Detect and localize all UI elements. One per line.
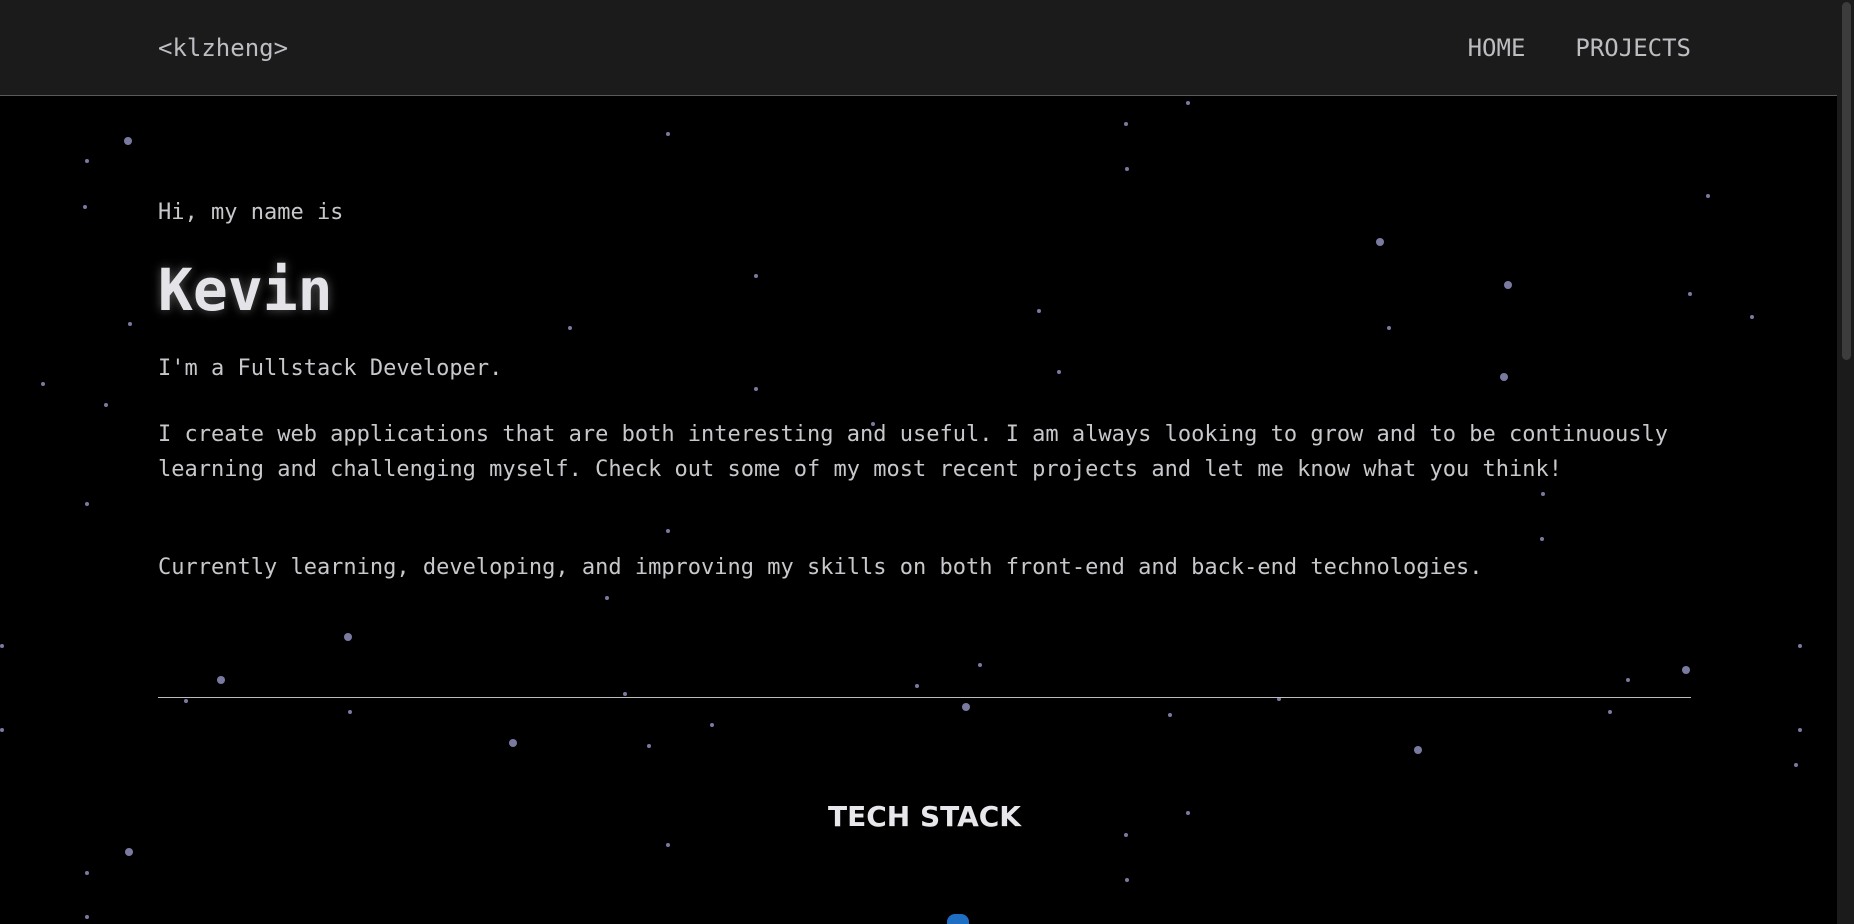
section-divider — [158, 697, 1691, 698]
nav-link-projects[interactable]: PROJECTS — [1575, 34, 1691, 62]
nav-link-home[interactable]: HOME — [1468, 34, 1526, 62]
nav-links: HOME PROJECTS — [1468, 34, 1691, 62]
navbar: <klzheng> HOME PROJECTS — [0, 0, 1854, 96]
tech-stack-title: TECH STACK — [828, 800, 1021, 833]
scrollbar-thumb[interactable] — [1842, 2, 1851, 360]
hero-name: Kevin — [158, 256, 333, 324]
learning-paragraph: Currently learning, developing, and impr… — [158, 555, 1483, 580]
scrollbar[interactable] — [1837, 0, 1854, 924]
bio-paragraph: I create web applications that are both … — [158, 422, 1668, 482]
role-text: I'm a Fullstack Developer. — [158, 356, 503, 381]
tech-logo-icon — [947, 914, 969, 924]
intro-text: Hi, my name is — [158, 200, 344, 225]
site-logo[interactable]: <klzheng> — [158, 34, 288, 62]
